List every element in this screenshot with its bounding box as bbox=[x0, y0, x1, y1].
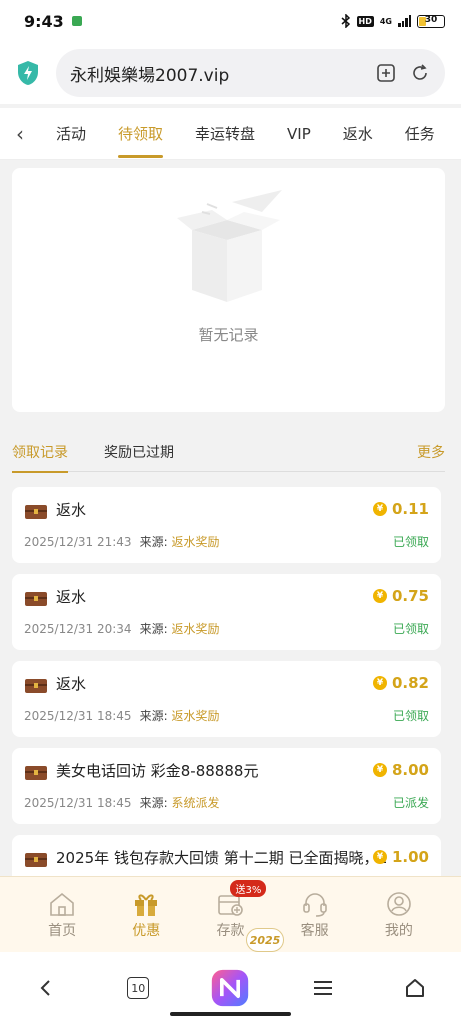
tab-expired-rewards[interactable]: 奖励已过期 bbox=[104, 432, 174, 472]
record-amount: ¥0.75 bbox=[372, 587, 429, 605]
record-source: 返水奖励 bbox=[171, 709, 220, 723]
record-meta: 2025/12/31 20:34 来源: 返水奖励 bbox=[24, 622, 220, 636]
coin-icon: ¥ bbox=[372, 589, 387, 603]
record-amount: ¥0.11 bbox=[372, 500, 429, 518]
security-shield-icon[interactable] bbox=[16, 60, 40, 86]
record-item[interactable]: 返水 ¥0.82 2025/12/31 18:45 来源: 返水奖励 已领取 bbox=[12, 661, 441, 737]
status-icons: HD 4G 30 bbox=[341, 14, 445, 28]
nav-promotions-label: 优惠 bbox=[132, 922, 161, 939]
record-title: 返水 bbox=[56, 501, 87, 519]
record-date: 2025/12/31 18:45 bbox=[24, 709, 132, 723]
nav-support[interactable]: 客服 bbox=[283, 890, 347, 940]
treasure-chest-icon bbox=[25, 505, 47, 519]
status-bar: 9:43 HD 4G 30 bbox=[0, 0, 461, 42]
home-icon bbox=[50, 892, 74, 916]
nav-home[interactable]: 首页 bbox=[30, 890, 94, 940]
record-source: 返水奖励 bbox=[171, 622, 220, 636]
browser-logo-icon bbox=[212, 969, 249, 1007]
battery-level: 30 bbox=[424, 14, 438, 25]
coin-icon: ¥ bbox=[372, 850, 387, 864]
support-icon bbox=[302, 892, 327, 917]
tab-activity[interactable]: 活动 bbox=[40, 108, 102, 159]
record-status: 已领取 bbox=[392, 535, 429, 549]
url-text[interactable]: 永利娛樂場2007.vip bbox=[70, 61, 363, 86]
record-meta: 2025/12/31 18:45 来源: 系统派发 bbox=[24, 796, 220, 810]
notification-icon bbox=[71, 16, 82, 26]
year-ornament-text: 2025 bbox=[249, 933, 281, 947]
record-source: 系统派发 bbox=[171, 796, 220, 810]
browser-logo-button[interactable] bbox=[210, 968, 250, 1008]
profile-icon bbox=[387, 891, 411, 916]
treasure-chest-icon bbox=[25, 679, 47, 693]
menu-icon[interactable] bbox=[303, 968, 343, 1008]
system-nav-bar: 10 bbox=[0, 952, 461, 1024]
nav-profile-label: 我的 bbox=[384, 922, 413, 939]
tab-count: 10 bbox=[127, 977, 150, 999]
empty-box-icon bbox=[177, 190, 282, 302]
record-date: 2025/12/31 18:45 bbox=[24, 796, 132, 810]
nav-promotions[interactable]: 优惠 bbox=[114, 890, 178, 940]
record-date: 2025/12/31 21:43 bbox=[24, 535, 132, 549]
tab-pending[interactable]: 待领取 bbox=[102, 108, 179, 159]
tab-claim-records[interactable]: 领取记录 bbox=[12, 432, 68, 473]
signal-icon bbox=[398, 15, 411, 27]
system-home-icon[interactable] bbox=[395, 968, 435, 1008]
network-label: 4G bbox=[379, 16, 392, 26]
record-item[interactable]: 美女电话回访 彩金8-88888元 ¥8.00 2025/12/31 18:45… bbox=[12, 748, 441, 824]
record-title: 2025年 钱包存款大回馈 第十二期 已全面揭晓，12 bbox=[56, 849, 386, 867]
reload-icon[interactable] bbox=[409, 62, 431, 84]
record-status: 已派发 bbox=[392, 796, 429, 810]
record-meta: 2025/12/31 21:43 来源: 返水奖励 bbox=[24, 535, 220, 549]
record-title: 美女电话回访 彩金8-88888元 bbox=[56, 762, 259, 780]
record-status: 已领取 bbox=[392, 622, 429, 636]
more-link[interactable]: 更多 bbox=[417, 442, 445, 462]
tab-tasks[interactable]: 任务 bbox=[389, 108, 451, 159]
empty-state-text: 暂无记录 bbox=[198, 326, 259, 344]
record-source: 返水奖励 bbox=[171, 535, 220, 549]
tab-rebate[interactable]: 返水 bbox=[327, 108, 389, 159]
record-date: 2025/12/31 20:34 bbox=[24, 622, 132, 636]
record-amount: ¥8.00 bbox=[372, 761, 429, 779]
nav-deposit-label: 存款 bbox=[216, 922, 245, 939]
back-chevron-icon[interactable]: ‹ bbox=[0, 122, 40, 146]
tab-lucky-wheel[interactable]: 幸运转盘 bbox=[179, 108, 271, 159]
treasure-chest-icon bbox=[25, 592, 47, 606]
nav-profile[interactable]: 我的 bbox=[367, 890, 431, 940]
tabs-switcher-button[interactable]: 10 bbox=[118, 968, 158, 1008]
browser-url-bar: 永利娛樂場2007.vip bbox=[0, 42, 461, 104]
treasure-chest-icon bbox=[25, 766, 47, 780]
nav-home-label: 首页 bbox=[48, 922, 77, 939]
url-field[interactable]: 永利娛樂場2007.vip bbox=[56, 49, 445, 97]
record-status: 已领取 bbox=[392, 709, 429, 723]
bookmark-add-icon[interactable] bbox=[375, 62, 397, 84]
coin-icon: ¥ bbox=[372, 676, 387, 690]
treasure-chest-icon bbox=[25, 853, 47, 867]
bluetooth-icon bbox=[341, 14, 350, 28]
coin-icon: ¥ bbox=[372, 502, 387, 516]
record-meta: 2025/12/31 18:45 来源: 返水奖励 bbox=[24, 709, 220, 723]
empty-state-card: 暂无记录 bbox=[12, 168, 445, 412]
battery-icon: 30 bbox=[417, 14, 445, 28]
record-title: 返水 bbox=[56, 675, 87, 693]
record-amount: ¥1.00 bbox=[372, 848, 429, 866]
deposit-bonus-badge: 送3% bbox=[230, 879, 267, 897]
promo-tabs: ‹ 活动 待领取 幸运转盘 VIP 返水 任务 bbox=[0, 108, 461, 160]
status-time: 9:43 bbox=[24, 11, 64, 31]
record-title: 返水 bbox=[56, 588, 87, 606]
tab-vip[interactable]: VIP bbox=[271, 108, 327, 159]
home-indicator[interactable] bbox=[170, 1012, 291, 1016]
record-amount: ¥0.82 bbox=[372, 674, 429, 692]
record-item[interactable]: 返水 ¥0.11 2025/12/31 21:43 来源: 返水奖励 已领取 bbox=[12, 487, 441, 563]
record-item[interactable]: 返水 ¥0.75 2025/12/31 20:34 来源: 返水奖励 已领取 bbox=[12, 574, 441, 650]
nav-support-label: 客服 bbox=[300, 922, 329, 939]
system-back-icon[interactable] bbox=[26, 968, 66, 1008]
coin-icon: ¥ bbox=[372, 763, 387, 777]
record-sub-tabs: 领取记录 奖励已过期 更多 bbox=[12, 432, 445, 473]
gift-icon bbox=[135, 893, 158, 916]
hd-icon: HD bbox=[356, 15, 374, 27]
bottom-nav: 首页 优惠 送3% 存款 客服 我的 bbox=[0, 876, 461, 952]
year-ornament: 2025 bbox=[246, 928, 284, 952]
